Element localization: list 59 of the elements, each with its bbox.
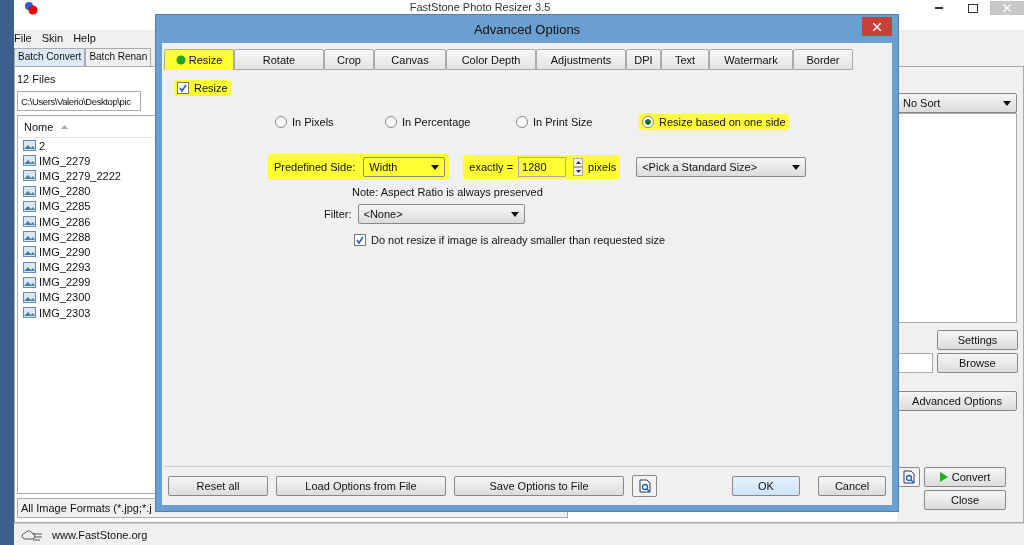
file-count: 12 Files xyxy=(17,73,57,85)
menu-item[interactable]: File xyxy=(14,32,32,45)
file-name[interactable]: IMG_2286 xyxy=(39,215,91,228)
file-name[interactable]: IMG_2279_2222 xyxy=(39,169,121,182)
tab[interactable]: Batch Convert xyxy=(14,48,86,66)
file-name[interactable]: IMG_2293 xyxy=(39,261,91,274)
close-app-button[interactable]: Close xyxy=(924,490,1006,510)
ok-button[interactable]: OK xyxy=(732,476,800,496)
standard-size-dropdown[interactable]: <Pick a Standard Size> xyxy=(636,157,807,177)
radio-label: Resize based on one side xyxy=(659,116,786,128)
save-options-button[interactable]: Save Options to File xyxy=(454,476,624,496)
field-label: Filter: xyxy=(324,208,352,220)
radio-label: In Pixels xyxy=(292,116,334,128)
filter-dropdown[interactable]: <None> xyxy=(357,204,525,224)
unit-label: pixels xyxy=(588,161,617,173)
window-title: FastStone Photo Resizer 3.5 xyxy=(408,1,552,13)
file-name[interactable]: 2 xyxy=(39,139,46,152)
settings-button[interactable]: Settings xyxy=(937,330,1018,350)
browse-button[interactable]: Browse xyxy=(936,353,1018,373)
tab[interactable]: Crop xyxy=(324,49,374,70)
tab[interactable]: DPI xyxy=(626,49,661,70)
sort-dropdown[interactable]: No Sort xyxy=(897,93,1017,113)
field-label: Predefined Side: xyxy=(274,161,356,173)
reset-button[interactable]: Reset all xyxy=(168,476,268,496)
tab[interactable]: Watermark xyxy=(709,49,793,70)
load-options-button[interactable]: Load Options from File xyxy=(276,476,446,496)
file-name[interactable]: IMG_2299 xyxy=(39,276,91,289)
size-field[interactable]: 1280 xyxy=(518,157,567,177)
checkbox-label: Do not resize if image is already smaller than requested size xyxy=(371,234,666,246)
file-name[interactable]: IMG_2288 xyxy=(39,230,91,243)
path-field[interactable]: C:\Users\Valerio\Desktop\pic xyxy=(17,91,141,111)
cancel-button[interactable]: Cancel xyxy=(818,476,886,496)
convert-button[interactable]: Convert xyxy=(924,467,1006,487)
file-name[interactable]: IMG_2279 xyxy=(39,154,91,167)
tab[interactable]: Adjustments xyxy=(536,49,626,70)
file-name[interactable]: IMG_2280 xyxy=(39,185,91,198)
tab[interactable]: Resize xyxy=(164,49,234,70)
file-name[interactable]: IMG_2300 xyxy=(39,291,91,304)
tab[interactable]: Batch Renan xyxy=(85,48,152,66)
advanced-options-button[interactable]: Advanced Options xyxy=(897,391,1017,411)
tab[interactable]: Rotate xyxy=(234,49,324,70)
file-name[interactable]: IMG_2285 xyxy=(39,200,91,213)
radio-label: In Percentage xyxy=(402,116,471,128)
tab[interactable]: Color Depth xyxy=(446,49,536,70)
checkbox-label: Resize xyxy=(194,82,228,94)
radio-label: In Print Size xyxy=(533,116,593,128)
field-label: exactly = xyxy=(469,161,514,173)
side-dropdown[interactable]: Width xyxy=(363,157,446,177)
menu-item[interactable]: Skin xyxy=(41,32,64,45)
tab[interactable]: Canvas xyxy=(374,49,446,70)
file-name[interactable]: IMG_2290 xyxy=(39,245,91,258)
tab[interactable]: Border xyxy=(793,49,853,70)
website-link[interactable]: www.FastStone.org xyxy=(52,528,148,541)
file-name[interactable]: IMG_2303 xyxy=(39,306,91,319)
menu-item[interactable]: Help xyxy=(73,32,96,45)
dialog-title: Advanced Options xyxy=(473,21,581,37)
column-header[interactable]: Nome xyxy=(24,120,54,133)
tab[interactable]: Text xyxy=(661,49,709,70)
note-text: Note: Aspect Ratio is always preserved xyxy=(352,186,544,198)
